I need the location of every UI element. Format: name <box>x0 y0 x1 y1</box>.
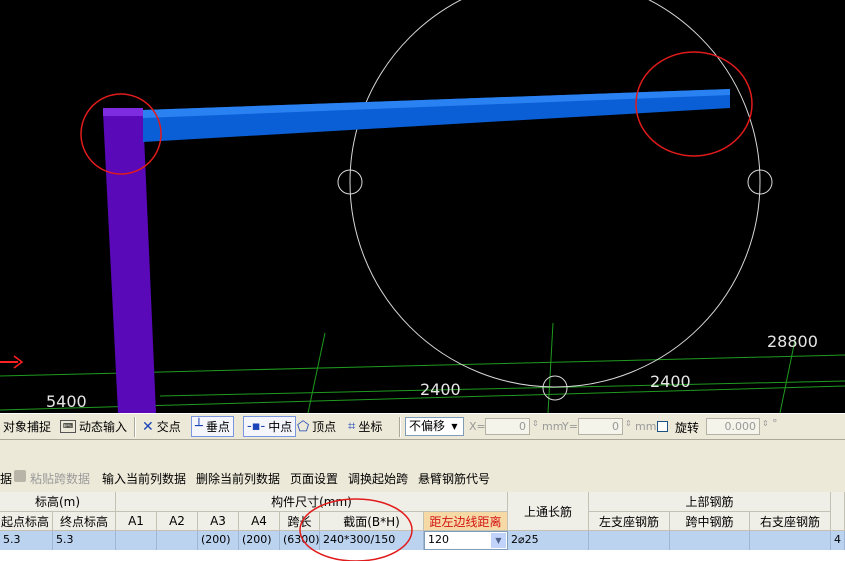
header-extra <box>831 492 845 531</box>
spinner-icon[interactable]: ⇕ <box>762 419 769 428</box>
snap-toolbar: 对象捕捉 ⌨ 动态输入 ✕ 交点 ┴ 垂点 -▪- 中点 ⬠ 顶点 ⌗ 坐标 不… <box>0 413 845 440</box>
col-start-elev: 起点标高 <box>0 512 53 531</box>
edge-distance-value: 120 <box>428 533 449 546</box>
col-a1: A1 <box>116 512 157 531</box>
dimension-label: 5400 <box>46 392 87 411</box>
rotate-checkbox[interactable] <box>657 421 668 432</box>
viewport-canvas <box>0 0 845 413</box>
offset-mode-value: 不偏移 <box>409 419 446 433</box>
cell-end-elev[interactable]: 5.3 <box>53 531 116 550</box>
col-right-support: 右支座钢筋 <box>750 512 831 531</box>
menu-input-current-column[interactable]: 输入当前列数据 <box>102 470 186 487</box>
header-top-rebar: 上部钢筋 <box>589 492 831 512</box>
coordinate-icon: ⌗ <box>348 419 356 434</box>
x-unit: mm <box>542 420 564 433</box>
dimension-label: 2400 <box>420 380 461 399</box>
coordinate-snap-button[interactable]: ⌗ 坐标 <box>345 416 385 437</box>
col-left-support: 左支座钢筋 <box>589 512 670 531</box>
cell-a2[interactable] <box>157 531 198 550</box>
midpoint-icon: -▪- <box>247 419 266 434</box>
col-end-elev: 终点标高 <box>53 512 116 531</box>
col-edge-distance: 距左边线距离 <box>424 512 508 531</box>
object-snap-label: 对象捕捉 <box>3 420 52 434</box>
cell-a4[interactable]: (200) <box>239 531 280 550</box>
y-label: Y= <box>562 420 578 433</box>
vertex-label: 顶点 <box>312 420 337 434</box>
intersection-label: 交点 <box>156 420 181 434</box>
toolbar-separator <box>399 417 401 437</box>
table-row[interactable]: 5.3 5.3 (200) (200) (6300) 240*300/150 1… <box>0 531 845 550</box>
offset-mode-select[interactable]: 不偏移 ▼ <box>405 417 464 436</box>
coordinate-label: 坐标 <box>358 420 383 434</box>
menu-cantilever-code[interactable]: 悬臂钢筋代号 <box>418 470 490 487</box>
cell-start-elev[interactable]: 5.3 <box>0 531 53 550</box>
chevron-down-icon[interactable]: ▼ <box>447 419 462 434</box>
col-span-length: 跨长 <box>280 512 320 531</box>
x-label: X= <box>469 420 486 433</box>
perpendicular-snap-button[interactable]: ┴ 垂点 <box>191 416 234 437</box>
dimension-label: 28800 <box>767 332 818 351</box>
intersection-snap-button[interactable]: ✕ 交点 <box>139 416 184 437</box>
col-mid-span: 跨中钢筋 <box>670 512 750 531</box>
col-a3: A3 <box>198 512 239 531</box>
object-snap-button[interactable]: 对象捕捉 <box>0 416 54 437</box>
col-a2: A2 <box>157 512 198 531</box>
menu-paste-span-data[interactable]: 粘贴跨数据 <box>30 470 90 487</box>
column-side <box>103 112 156 413</box>
toolbar-separator <box>134 417 136 437</box>
cell-mid-span[interactable] <box>670 531 750 550</box>
paste-icon <box>14 470 26 482</box>
cell-a3[interactable]: (200) <box>198 531 239 550</box>
cell-right-support[interactable] <box>750 531 831 550</box>
midpoint-snap-button[interactable]: -▪- 中点 <box>243 416 297 437</box>
header-member-size: 构件尺寸(mm) <box>116 492 508 512</box>
dynamic-input-label: 动态输入 <box>79 420 128 434</box>
menu-delete-current-column[interactable]: 删除当前列数据 <box>196 470 280 487</box>
col-a4: A4 <box>239 512 280 531</box>
column-top <box>103 108 143 116</box>
cell-top-through[interactable]: 2⌀25 <box>508 531 589 550</box>
dimension-label: 2400 <box>650 372 691 391</box>
menu-page-setup[interactable]: 页面设置 <box>290 470 338 487</box>
span-data-grid: 标高(m) 构件尺寸(mm) 上通长筋 上部钢筋 起点标高 终点标高 A1 A2… <box>0 492 845 561</box>
cell-a1[interactable] <box>116 531 157 550</box>
x-offset-input[interactable]: 0 <box>485 418 530 435</box>
menu-swap-start-span[interactable]: 调换起始跨 <box>348 470 408 487</box>
perpendicular-icon: ┴ <box>195 419 203 434</box>
menu-item-partial[interactable]: 据 <box>0 470 12 487</box>
vertex-icon: ⬠ <box>297 418 310 435</box>
dynamic-input-button[interactable]: ⌨ 动态输入 <box>57 416 130 437</box>
y-offset-input[interactable]: 0 <box>578 418 623 435</box>
spinner-icon[interactable]: ⇕ <box>625 419 632 428</box>
y-unit: mm <box>635 420 657 433</box>
header-elevation: 标高(m) <box>0 492 116 512</box>
header-top-through: 上通长筋 <box>508 492 589 531</box>
model-viewport[interactable]: 5400 2400 2400 28800 <box>0 0 845 413</box>
selection-circle <box>349 0 761 388</box>
degree-unit: ° <box>772 417 778 430</box>
cell-overflow[interactable]: 4 <box>831 531 845 550</box>
rotate-label: 旋转 <box>675 421 700 435</box>
span-menu-bar: 据 粘贴跨数据 输入当前列数据 删除当前列数据 页面设置 调换起始跨 悬臂钢筋代… <box>0 464 845 490</box>
intersection-icon: ✕ <box>142 418 154 435</box>
chevron-down-icon[interactable]: ▼ <box>491 533 506 548</box>
edge-distance-dropdown[interactable]: 120 ▼ <box>424 531 508 550</box>
dynamic-input-icon: ⌨ <box>60 420 76 433</box>
perpendicular-label: 垂点 <box>205 420 230 434</box>
cell-left-support[interactable] <box>589 531 670 550</box>
midpoint-label: 中点 <box>268 420 293 434</box>
col-section: 截面(B*H) <box>320 512 424 531</box>
cell-span-length[interactable]: (6300) <box>280 531 320 550</box>
cell-section[interactable]: 240*300/150 <box>320 531 424 550</box>
spinner-icon[interactable]: ⇕ <box>532 419 539 428</box>
rotate-angle-input[interactable]: 0.000 <box>706 418 760 435</box>
vertex-snap-button[interactable]: ⬠ 顶点 <box>294 416 339 437</box>
